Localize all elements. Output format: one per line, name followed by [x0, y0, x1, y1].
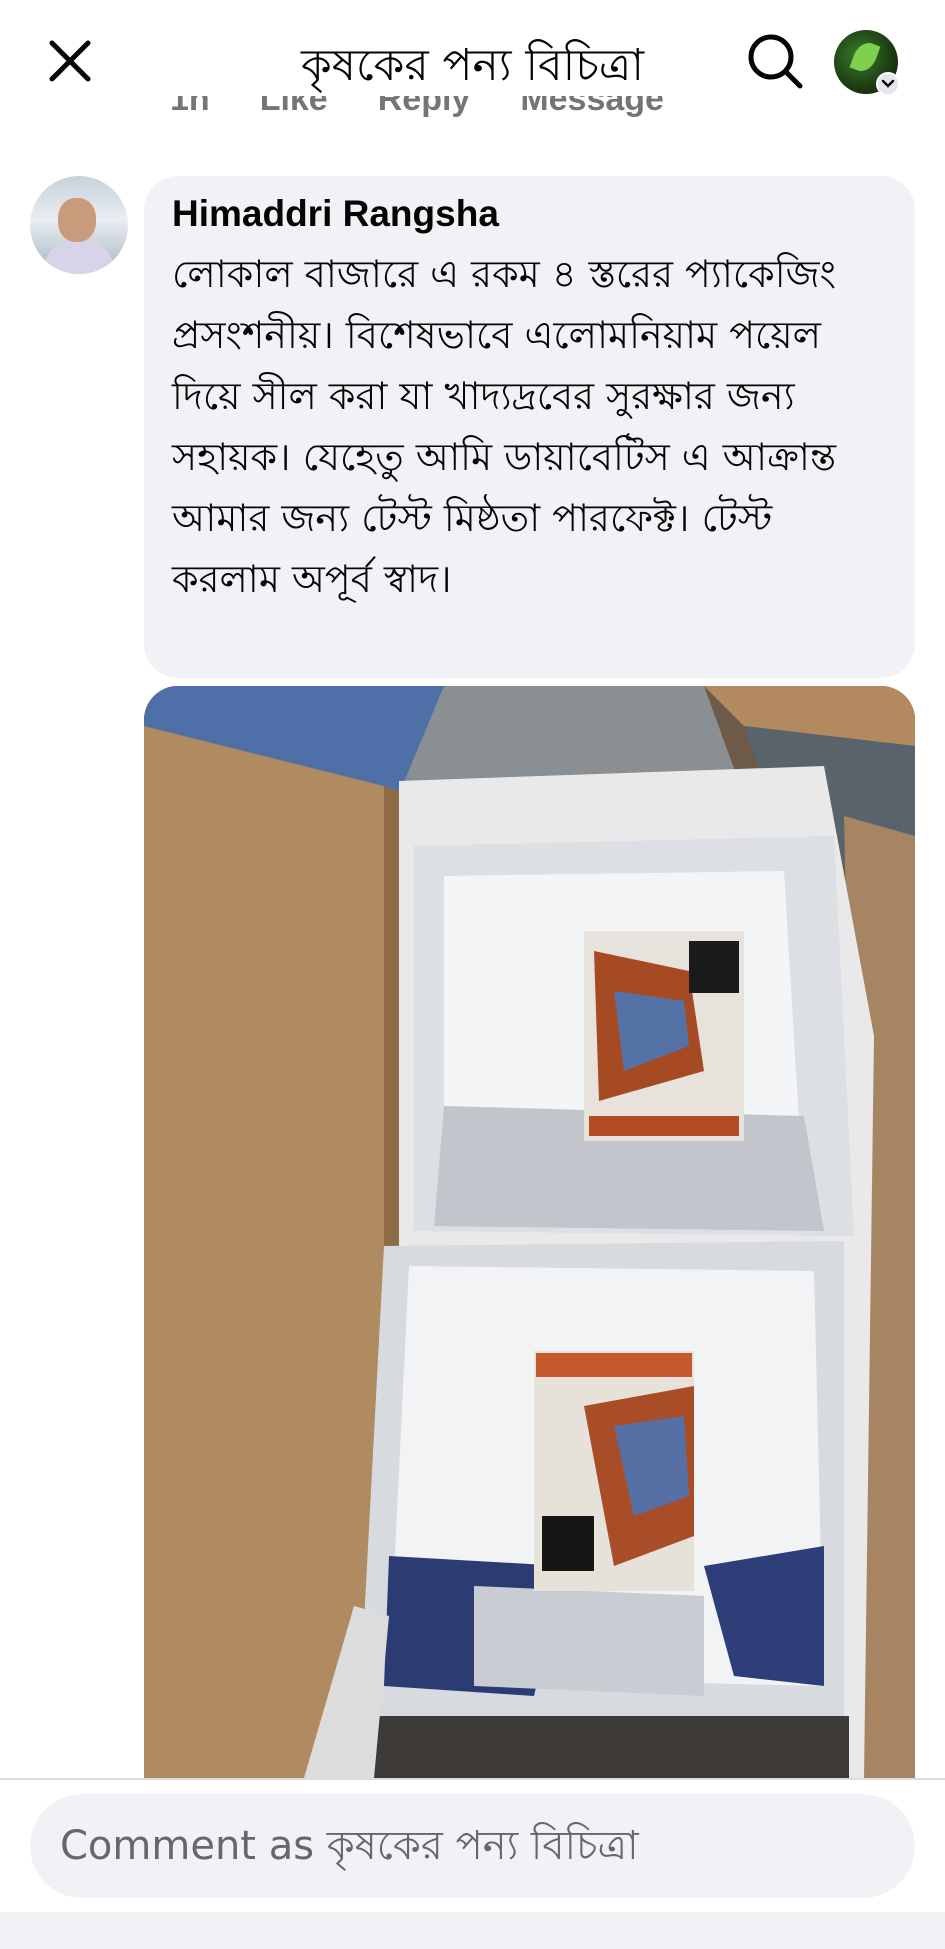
bottom-safe-area [0, 1912, 945, 1949]
timestamp: 1h [170, 96, 210, 118]
message-link[interactable]: Message [520, 96, 664, 118]
previous-comment-actions: 1h Like Reply Message [170, 96, 664, 126]
comment-author[interactable]: Himaddri Rangsha [172, 192, 887, 236]
reply-link[interactable]: Reply [378, 96, 471, 118]
search-icon [748, 34, 803, 89]
like-link[interactable]: Like [260, 96, 328, 118]
comment-input[interactable] [30, 1794, 915, 1898]
comment-bubble: Himaddri Rangsha লোকাল বাজারে এ রকম ৪ স্… [144, 176, 915, 678]
profile-switcher[interactable] [834, 30, 900, 96]
comment-photo[interactable] [144, 686, 915, 1778]
comment-text: লোকাল বাজারে এ রকম ৪ স্তরের প্যাকেজিং প্… [172, 252, 837, 602]
search-button[interactable] [744, 30, 806, 92]
product-photo-illustration [144, 686, 915, 1778]
avatar[interactable] [30, 176, 128, 274]
page-logo-icon [849, 39, 881, 75]
chevron-down-icon [876, 72, 900, 96]
